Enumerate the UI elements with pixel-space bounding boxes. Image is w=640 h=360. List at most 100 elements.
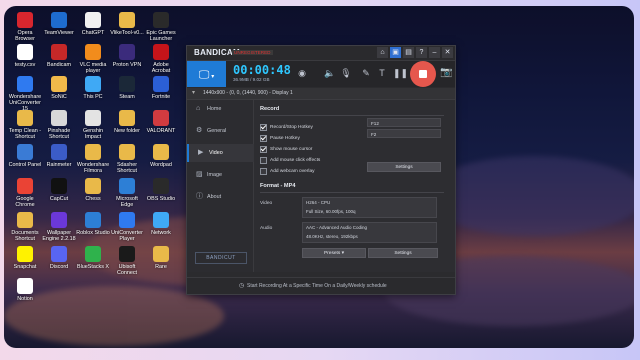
desktop-icon[interactable]: Rare xyxy=(144,246,178,270)
desktop-icon[interactable]: OBS Studio xyxy=(144,178,178,202)
desktop-icon-label: Notion xyxy=(17,296,33,302)
app-icon xyxy=(51,246,67,262)
desktop-icon[interactable]: Chess xyxy=(76,178,110,202)
desktop-icon[interactable]: Wordpad xyxy=(144,144,178,168)
desktop-icon[interactable]: Notion xyxy=(8,278,42,302)
schedule-footer[interactable]: ◷ Start Recording At a Specific Time On … xyxy=(187,277,455,294)
desktop-icon[interactable]: Sdasher Shortcut xyxy=(110,144,144,174)
desktop-icon-label: Ubisoft Connect xyxy=(116,264,138,276)
desktop-icon[interactable]: Adobe Acrobat xyxy=(144,44,178,74)
desktop-icon[interactable]: Epic Games Launcher xyxy=(144,12,178,42)
desktop-icon[interactable]: Temp Clean - Shortcut xyxy=(8,110,42,140)
app-icon xyxy=(119,212,135,228)
pause-icon[interactable]: ❚❚ xyxy=(393,66,408,80)
help-icon[interactable]: ? xyxy=(416,47,427,58)
minimize-icon[interactable]: – xyxy=(429,47,440,58)
sidebar-item-general[interactable]: ⚙ General xyxy=(187,122,253,140)
desktop-icon[interactable]: Wondershare Filmora xyxy=(76,144,110,174)
desktop-icon[interactable]: Network xyxy=(144,212,178,236)
record-settings-button[interactable]: Settings xyxy=(367,162,441,172)
stop-record-button[interactable] xyxy=(410,61,436,87)
desktop-icon-label: BlueStacks X xyxy=(76,264,110,270)
desktop-icon[interactable]: Bandicam xyxy=(42,44,76,68)
desktop-icon-label: VLC media player xyxy=(79,62,107,74)
desktop-icon[interactable]: New folder xyxy=(110,110,144,134)
microphone-icon[interactable]: 🎙 xyxy=(339,66,353,80)
desktop-icon[interactable]: Ubisoft Connect xyxy=(110,246,144,276)
desktop-icon[interactable]: Roblox Studio xyxy=(76,212,110,236)
sidebar-item-image[interactable]: ▨ Image xyxy=(187,166,253,184)
checkbox[interactable] xyxy=(260,168,267,176)
desktop-icon[interactable]: VALORANT xyxy=(144,110,178,134)
show-mouse-cursor-option[interactable]: Show mouse cursor xyxy=(260,141,312,154)
desktop-icon[interactable]: Opera Browser xyxy=(8,12,42,42)
desktop-icon-label: Rainmeter xyxy=(46,162,72,168)
text-icon[interactable]: T xyxy=(375,66,389,80)
desktop-icon[interactable]: Rainmeter xyxy=(42,144,76,168)
desktop-icon[interactable]: TeamViewer xyxy=(42,12,76,36)
desktop-icon[interactable]: Discord xyxy=(42,246,76,270)
app-icon xyxy=(153,178,169,194)
sidebar-item-video[interactable]: ▶ Video xyxy=(187,144,255,162)
bandicam-window: BANDICAM UNREGISTERED ⌂ ▣ ▤ ? – ✕ 🖵 ▾ 00:… xyxy=(186,45,456,295)
speaker-icon[interactable]: 🔈 xyxy=(323,66,337,80)
close-icon[interactable]: ✕ xyxy=(442,47,453,58)
desktop-icon[interactable]: testy.csv xyxy=(8,44,42,68)
desktop-icon-label: This PC xyxy=(83,94,103,100)
desktop-icon[interactable]: VlikeTool-v0... xyxy=(110,12,144,36)
sidebar-item-about[interactable]: ⓘ About xyxy=(187,188,253,206)
desktop-icon-label: CapCut xyxy=(49,196,69,202)
audio-format-box[interactable]: AAC - Advanced Audio Coding 48.0KHz, ste… xyxy=(302,222,437,243)
presets-button[interactable]: Presets ▾ xyxy=(302,248,366,258)
app-icon xyxy=(85,144,101,160)
desktop-icon[interactable]: VLC media player xyxy=(76,44,110,74)
mouse-click-effects-option[interactable]: Add mouse click effects xyxy=(260,152,320,165)
desktop-icon[interactable]: Fortnite xyxy=(144,76,178,100)
pen-icon[interactable]: ✎ xyxy=(359,66,373,80)
desktop-icon-label: Temp Clean - Shortcut xyxy=(8,128,42,140)
desktop-icon-label: OBS Studio xyxy=(146,196,176,202)
desktop-icon[interactable]: Control Panel xyxy=(8,144,42,168)
desktop-icon[interactable]: Wondershare UniConverter 15 xyxy=(8,76,42,112)
app-icon xyxy=(17,246,33,262)
record-stop-hotkey-option[interactable]: Record/Stop Hotkey xyxy=(260,119,313,132)
desktop-icon[interactable]: Proton VPN xyxy=(110,44,144,68)
desktop-icon-label: Steam xyxy=(119,94,135,100)
desktop-icon-label: New folder xyxy=(114,128,140,134)
webcam-icon[interactable]: ◉ xyxy=(295,66,309,80)
desktop-icon[interactable]: Genshin Impact xyxy=(76,110,110,140)
screen-mode-button[interactable]: 🖵 ▾ xyxy=(187,61,226,87)
video-format-box[interactable]: H264 - CPU Full Size, 60.00fps, 100q xyxy=(302,197,437,218)
record-hotkey-field[interactable]: F12 xyxy=(367,118,441,127)
format-settings-button[interactable]: Settings xyxy=(368,248,438,258)
pause-hotkey-option[interactable]: Pause Hotkey xyxy=(260,130,300,143)
lock-icon[interactable]: ▣ xyxy=(390,47,401,58)
desktop-icon[interactable]: CapCut xyxy=(42,178,76,202)
desktop-icon[interactable]: Steam xyxy=(110,76,144,100)
divider xyxy=(260,115,444,116)
desktop-icon-label: Documents Shortcut xyxy=(11,230,39,242)
desktop-icon[interactable]: ChatGPT xyxy=(76,12,110,36)
desktop-icon[interactable]: SoNiC xyxy=(42,76,76,100)
bandicut-button[interactable]: BANDICUT xyxy=(195,252,247,264)
desktop-icon[interactable]: This PC xyxy=(76,76,110,100)
home-icon[interactable]: ⌂ xyxy=(377,47,388,58)
monitor-icon: 🖵 xyxy=(198,69,210,81)
desktop-icon[interactable]: BlueStacks X xyxy=(76,246,110,270)
sidebar-item-home[interactable]: ⌂ Home xyxy=(187,100,253,118)
desktop-icon[interactable]: Google Chrome xyxy=(8,178,42,208)
desktop-icon[interactable]: Wallpaper Engine 2.2.18 xyxy=(42,212,76,242)
webcam-overlay-option[interactable]: Add webcam overlay xyxy=(260,163,315,176)
folder-icon[interactable]: ▤ xyxy=(403,47,414,58)
chevron-down-icon: ▾ xyxy=(341,251,345,256)
pause-hotkey-field[interactable]: F2 xyxy=(367,129,441,138)
desktop-icon[interactable]: Snapchat xyxy=(8,246,42,270)
desktop-icon[interactable]: Pinshade Shortcut xyxy=(42,110,76,140)
camera-icon[interactable]: 📷 xyxy=(440,67,452,78)
app-icon xyxy=(153,144,169,160)
app-icon xyxy=(17,76,33,92)
desktop-icon[interactable]: Microsoft Edge xyxy=(110,178,144,208)
display-info-bar[interactable]: ▾ 1440x900 - (0, 0, (1440, 900) - Displa… xyxy=(187,88,455,100)
desktop-icon[interactable]: UniConverter Player xyxy=(110,212,144,242)
desktop-icon[interactable]: Documents Shortcut xyxy=(8,212,42,242)
